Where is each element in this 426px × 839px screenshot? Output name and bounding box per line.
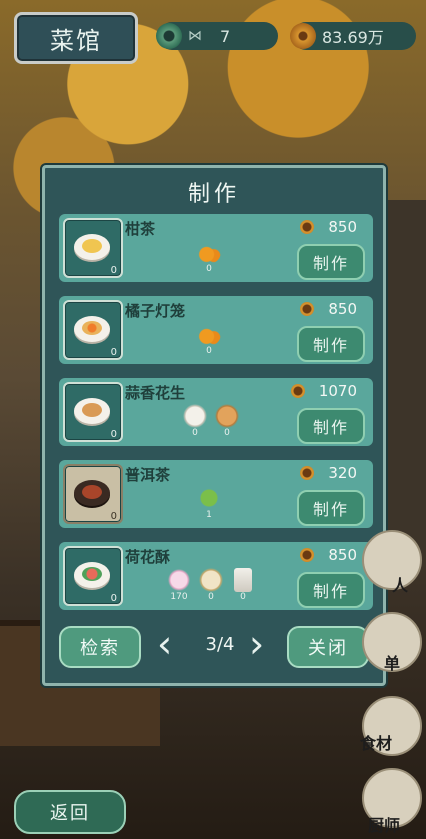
- teapot-icon: [74, 480, 110, 506]
- price-value: 850: [328, 218, 357, 236]
- pagination-bar: 检索 ‹ 3/4 › 关闭: [53, 620, 375, 670]
- menu-label: 单: [384, 654, 401, 673]
- recipe-card: 0 蒜香花生 0 0 1070 制作: [59, 378, 373, 446]
- ingredient-count: 0: [208, 592, 214, 602]
- recipe-image[interactable]: 0: [63, 546, 123, 606]
- recipe-price: 850: [300, 546, 357, 564]
- recipe-price: 1070: [290, 382, 357, 400]
- copper-coin-icon: [290, 23, 316, 49]
- ingredients-label: 食材: [360, 734, 393, 753]
- copper-resource: 83.69万: [290, 22, 416, 50]
- panel-title: 制作: [187, 182, 240, 207]
- recipe-stock: 0: [110, 347, 117, 358]
- make-button[interactable]: 制作: [297, 326, 365, 362]
- next-page-icon[interactable]: ›: [249, 624, 264, 664]
- ingredient: 0: [213, 404, 241, 442]
- ingredient-count: 0: [240, 592, 246, 602]
- ingredient: 170: [165, 568, 193, 606]
- recipe-name: 荷花酥: [125, 548, 171, 566]
- recipe-image[interactable]: 0: [63, 218, 123, 278]
- ingredient-count: 0: [192, 428, 198, 438]
- back-button[interactable]: 返回: [14, 790, 126, 834]
- price-value: 320: [328, 464, 357, 482]
- recipe-name: 柑茶: [125, 220, 156, 238]
- ingredient: 0: [229, 568, 257, 606]
- make-button[interactable]: 制作: [297, 408, 365, 444]
- recipe-stock: 0: [110, 265, 117, 276]
- peanut-icon: [215, 404, 239, 428]
- prev-page-icon[interactable]: ‹: [157, 624, 172, 664]
- close-button[interactable]: 关闭: [287, 626, 369, 668]
- ingredient-count: 0: [224, 428, 230, 438]
- crafting-panel: 制作 0 柑茶 0 850 制作 0 橘子灯笼 0 850 制作 0 蒜香花生 …: [42, 165, 386, 686]
- garlic-icon: [183, 404, 207, 428]
- price-value: 1070: [318, 382, 357, 400]
- flour-icon: [199, 568, 223, 592]
- lotus-icon: [167, 568, 191, 592]
- chef-label: 厨师: [368, 816, 401, 835]
- recipe-price: 850: [300, 300, 357, 318]
- garlic-peanut-dish-icon: [74, 398, 110, 424]
- recipe-card: 0 橘子灯笼 0 850 制作: [59, 296, 373, 364]
- price-value: 850: [328, 300, 357, 318]
- make-button[interactable]: 制作: [297, 244, 365, 280]
- copper-coin-icon: [300, 302, 315, 316]
- ingredient-count: 0: [206, 264, 212, 274]
- copper-coin-icon: [300, 548, 315, 562]
- ingredient: 0: [195, 322, 223, 360]
- recipe-price: 320: [300, 464, 357, 482]
- recipe-name: 蒜香花生: [125, 384, 186, 402]
- orange-branch-icon: [197, 240, 221, 264]
- copper-coin-icon: [290, 384, 305, 398]
- recipe-image[interactable]: 0: [63, 464, 123, 524]
- recipe-stock: 0: [110, 593, 117, 604]
- ingredient-count: 1: [206, 510, 212, 520]
- recipe-stock: 0: [110, 511, 117, 522]
- ingredient-count: 170: [170, 592, 188, 602]
- person-label: 人: [392, 576, 409, 595]
- ingredient-count: 0: [206, 346, 212, 356]
- shop-title[interactable]: 菜馆: [14, 12, 138, 64]
- recipe-image[interactable]: 0: [63, 382, 123, 442]
- top-bar: 菜馆 ⋈ 7 83.69万: [0, 0, 426, 70]
- ingredient: 0: [181, 404, 209, 442]
- tea-bowl-icon: [74, 234, 110, 260]
- search-button[interactable]: 检索: [59, 626, 141, 668]
- jade-resource: ⋈ 7: [156, 22, 278, 50]
- tea-leaf-icon: [197, 486, 221, 510]
- recipe-card: 0 柑茶 0 850 制作: [59, 214, 373, 282]
- copper-amount: 83.69万: [322, 28, 384, 47]
- recipe-image[interactable]: 0: [63, 300, 123, 360]
- jade-count: 7: [220, 26, 231, 46]
- recipe-card: 0 普洱茶 1 320 制作: [59, 460, 373, 528]
- copper-coin-icon: [300, 466, 315, 480]
- make-button[interactable]: 制作: [297, 572, 365, 608]
- ingredient: 0: [195, 240, 223, 278]
- jade-coin-icon: [156, 23, 182, 49]
- recipe-stock: 0: [110, 429, 117, 440]
- price-value: 850: [328, 546, 357, 564]
- ingredient: 0: [197, 568, 225, 606]
- recipe-card: 0 荷花酥 170 0 0 850 制作: [59, 542, 373, 610]
- orange-lantern-dish-icon: [74, 316, 110, 342]
- ingredient: 1: [195, 486, 223, 524]
- lotus-pastry-dish-icon: [74, 562, 110, 588]
- recipe-price: 850: [300, 218, 357, 236]
- make-button[interactable]: 制作: [297, 490, 365, 526]
- page-indicator: 3/4: [205, 634, 235, 655]
- recipe-name: 普洱茶: [125, 466, 171, 484]
- knot-ornament-icon: ⋈: [188, 28, 202, 44]
- copper-coin-icon: [300, 220, 315, 234]
- recipe-name: 橘子灯笼: [125, 302, 186, 320]
- sugar-jar-icon: [234, 568, 252, 592]
- orange-branch-icon: [197, 322, 221, 346]
